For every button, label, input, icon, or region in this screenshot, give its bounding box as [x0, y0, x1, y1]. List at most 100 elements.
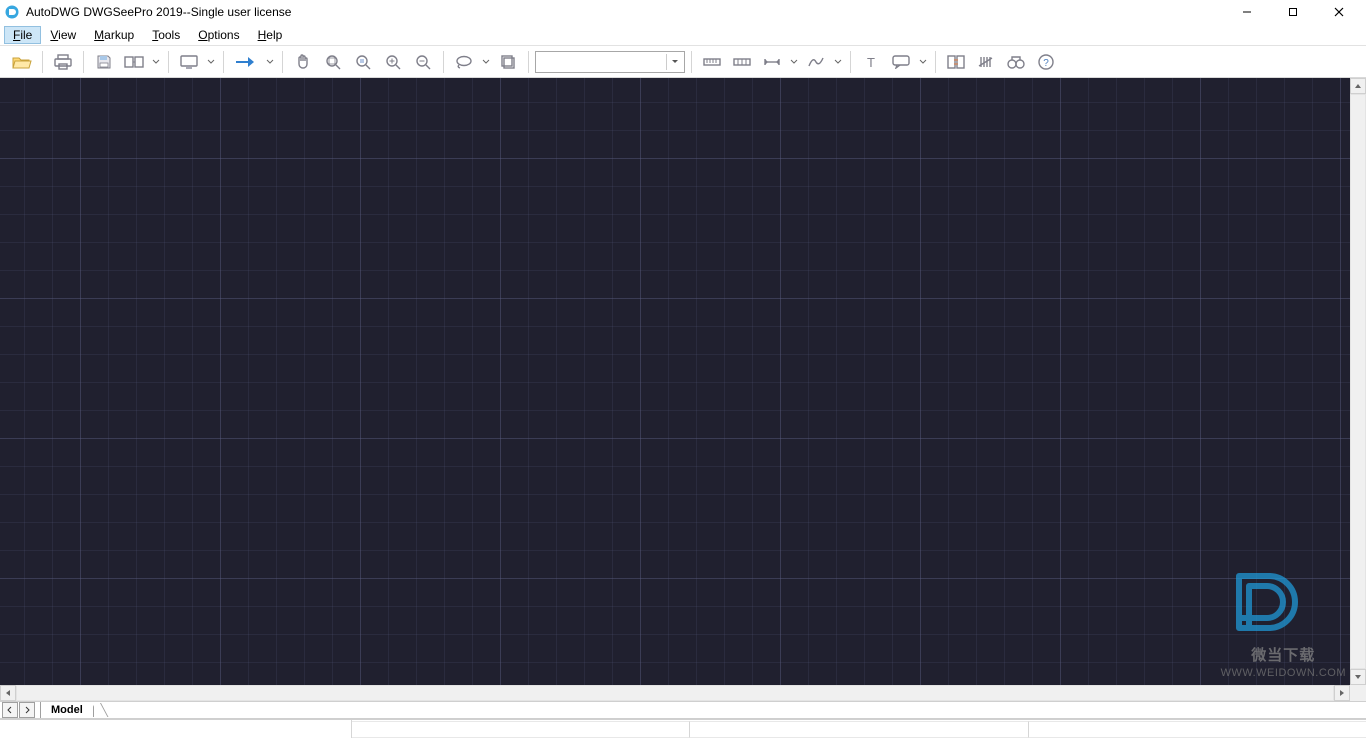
- menu-view[interactable]: View: [41, 26, 85, 44]
- separator: [443, 51, 444, 73]
- menu-help[interactable]: Help: [249, 26, 292, 44]
- print-button[interactable]: [49, 49, 77, 75]
- screen-dropdown[interactable]: [205, 49, 217, 75]
- layer-combo[interactable]: [535, 51, 685, 73]
- maximize-button[interactable]: [1270, 0, 1316, 24]
- dimension-button[interactable]: [758, 49, 786, 75]
- separator: [282, 51, 283, 73]
- polyline-button[interactable]: [802, 49, 830, 75]
- separator: [223, 51, 224, 73]
- folder-open-icon: [12, 54, 32, 70]
- help-icon: ?: [1038, 54, 1054, 70]
- scroll-right-button[interactable]: [1334, 685, 1350, 701]
- svg-text:T: T: [867, 55, 875, 69]
- status-panel-1: [352, 721, 690, 738]
- window-controls: [1224, 0, 1362, 24]
- dimension-icon: [763, 56, 781, 68]
- status-panel-3: [1029, 721, 1366, 738]
- close-button[interactable]: [1316, 0, 1362, 24]
- lasso-dropdown[interactable]: [480, 49, 492, 75]
- layers-icon: [500, 54, 516, 70]
- screen-button[interactable]: [175, 49, 203, 75]
- batch-convert-button[interactable]: [120, 49, 148, 75]
- separator: [42, 51, 43, 73]
- tab-model[interactable]: Model: [41, 703, 94, 717]
- window-title: AutoDWG DWGSeePro 2019--Single user lice…: [26, 5, 1224, 19]
- scroll-left-button[interactable]: [0, 685, 16, 701]
- comment-button[interactable]: [887, 49, 915, 75]
- separator: [850, 51, 851, 73]
- monitor-icon: [180, 54, 198, 70]
- scroll-down-button[interactable]: [1350, 669, 1366, 685]
- menu-file[interactable]: File: [4, 26, 41, 44]
- dimension-dropdown[interactable]: [788, 49, 800, 75]
- measure-dist-button[interactable]: [698, 49, 726, 75]
- toolbar: T ?: [0, 46, 1366, 78]
- tab-nav-prev[interactable]: [2, 702, 18, 718]
- status-spacer: [0, 720, 352, 738]
- compare-icon: [947, 54, 965, 70]
- scroll-track[interactable]: [1350, 94, 1366, 669]
- vertical-scrollbar[interactable]: [1350, 78, 1366, 685]
- tally-icon: [978, 55, 994, 69]
- binoculars-icon: [1007, 55, 1025, 69]
- arrow-right-icon: [234, 55, 258, 69]
- scroll-track[interactable]: [16, 685, 1334, 701]
- batch-dropdown[interactable]: [150, 49, 162, 75]
- status-panel-2: [690, 721, 1028, 738]
- magnifier-minus-icon: [415, 54, 431, 70]
- layout-tabstrip: Model: [0, 701, 1366, 719]
- separator: [83, 51, 84, 73]
- text-icon: T: [864, 55, 878, 69]
- drawing-area[interactable]: 微当下载 WWW.WEIDOWN.COM: [0, 78, 1366, 701]
- separator: [935, 51, 936, 73]
- statusbar: [0, 719, 1366, 738]
- open-button[interactable]: [8, 49, 36, 75]
- pan-button[interactable]: [289, 49, 317, 75]
- batch-icon: [124, 54, 144, 70]
- comment-icon: [892, 55, 910, 69]
- goto-dropdown[interactable]: [264, 49, 276, 75]
- app-icon: [4, 4, 20, 20]
- goto-button[interactable]: [230, 49, 262, 75]
- polyline-dropdown[interactable]: [832, 49, 844, 75]
- save-icon: [96, 54, 112, 70]
- menu-markup[interactable]: Markup: [85, 26, 143, 44]
- compare-button[interactable]: [942, 49, 970, 75]
- lasso-icon: [455, 55, 473, 69]
- minimize-button[interactable]: [1224, 0, 1270, 24]
- magnifier-plus-icon: [385, 54, 401, 70]
- comment-dropdown[interactable]: [917, 49, 929, 75]
- polyline-icon: [807, 55, 825, 69]
- menubar: FileViewMarkupToolsOptionsHelp: [0, 24, 1366, 46]
- grid-canvas: [0, 78, 1350, 685]
- svg-text:?: ?: [1043, 58, 1049, 69]
- measure-area-button[interactable]: [728, 49, 756, 75]
- titlebar: AutoDWG DWGSeePro 2019--Single user lice…: [0, 0, 1366, 24]
- separator: [691, 51, 692, 73]
- menu-options[interactable]: Options: [189, 26, 248, 44]
- tab-nav-next[interactable]: [19, 702, 35, 718]
- zoom-in-button[interactable]: [379, 49, 407, 75]
- count-button[interactable]: [972, 49, 1000, 75]
- ruler-area-icon: [733, 55, 751, 69]
- help-button[interactable]: ?: [1032, 49, 1060, 75]
- zoom-extents-button[interactable]: [319, 49, 347, 75]
- separator: [528, 51, 529, 73]
- horizontal-scrollbar[interactable]: [0, 685, 1350, 701]
- find-button[interactable]: [1002, 49, 1030, 75]
- zoom-window-button[interactable]: [349, 49, 377, 75]
- zoom-out-button[interactable]: [409, 49, 437, 75]
- text-button[interactable]: T: [857, 49, 885, 75]
- scroll-up-button[interactable]: [1350, 78, 1366, 94]
- ruler-icon: [703, 55, 721, 69]
- menu-tools[interactable]: Tools: [143, 26, 189, 44]
- save-button[interactable]: [90, 49, 118, 75]
- layers-button[interactable]: [494, 49, 522, 75]
- combo-dropdown-icon: [666, 54, 682, 70]
- printer-icon: [54, 54, 72, 70]
- magnifier-box-icon: [355, 54, 371, 70]
- hand-icon: [295, 54, 311, 70]
- magnifier-fit-icon: [325, 54, 341, 70]
- lasso-button[interactable]: [450, 49, 478, 75]
